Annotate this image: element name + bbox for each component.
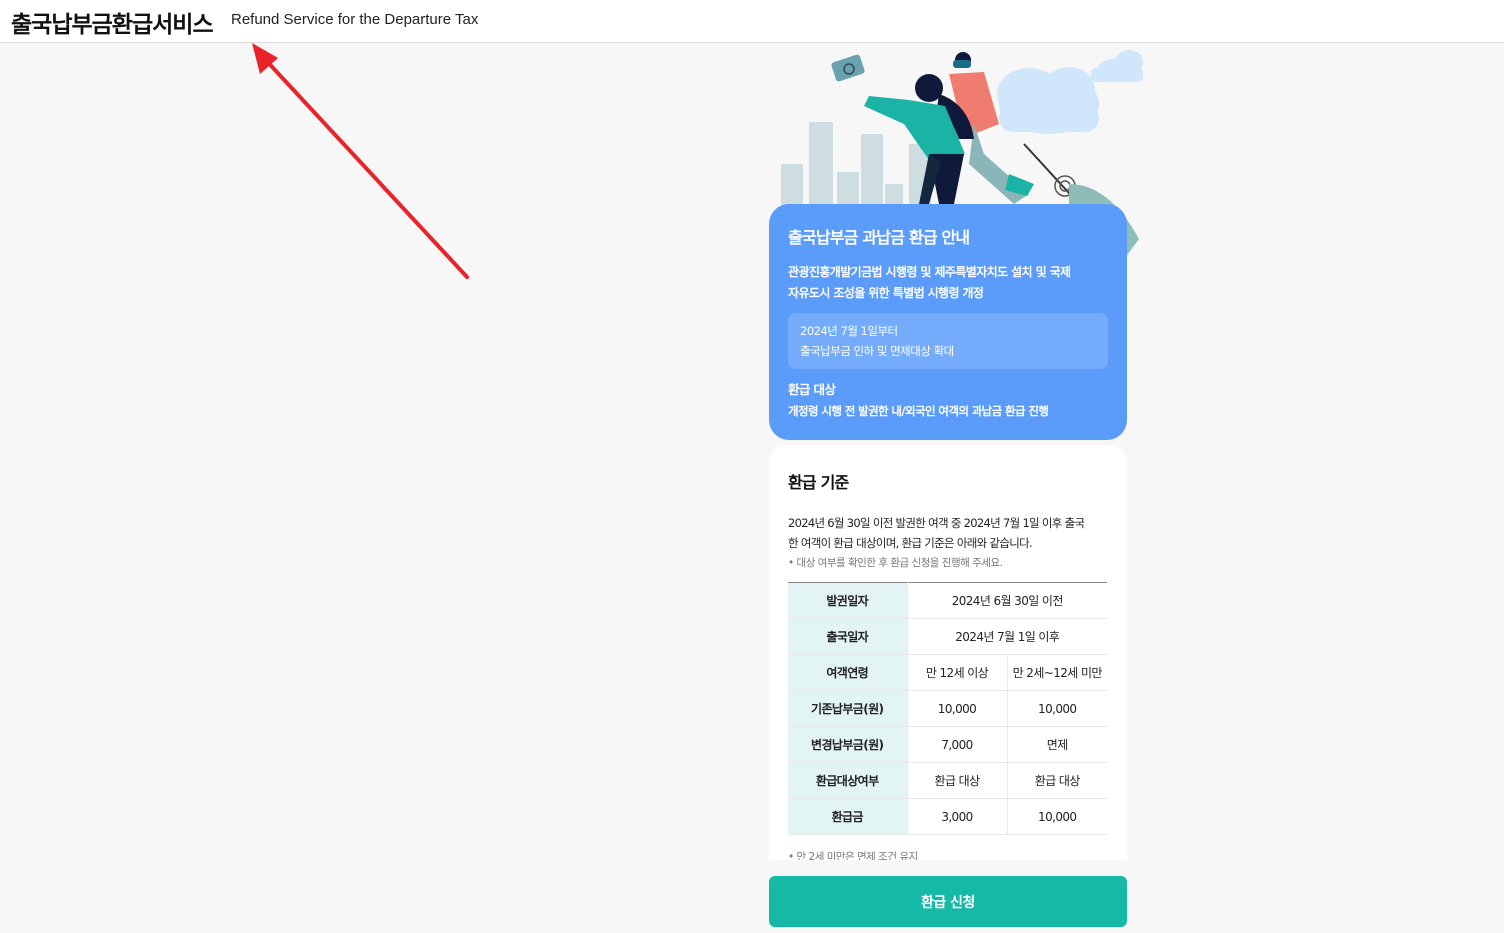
- row-label: 기존납부금(원): [788, 690, 907, 727]
- criteria-description-line: 2024년 6월 30일 이전 발권한 여객 중 2024년 7월 1일 이후 …: [788, 516, 1085, 530]
- row-label: 출국일자: [788, 618, 907, 655]
- row-label: 변경납부금(원): [788, 726, 907, 763]
- refund-criteria-card[interactable]: 환급 기준 2024년 6월 30일 이전 발권한 여객 중 2024년 7월 …: [769, 445, 1127, 860]
- criteria-description-line: 한 여객이 환급 대상이며, 환급 기준은 아래와 같습니다.: [788, 536, 1033, 550]
- row-value: 면제: [1006, 726, 1107, 763]
- row-value: 10,000: [906, 690, 1007, 727]
- info-description-line: 관광진흥개발기금법 시행령 및 제주특별자치도 설치 및 국제: [788, 265, 1071, 279]
- row-value: 7,000: [906, 726, 1007, 763]
- top-bar: 출국납부금환급서비스 Refund Service for the Depart…: [0, 0, 1504, 43]
- row-value: 만 2세~12세 미만: [1006, 654, 1107, 691]
- info-description: 관광진흥개발기금법 시행령 및 제주특별자치도 설치 및 국제 자유도시 조성을…: [788, 262, 1108, 304]
- row-label: 발권일자: [788, 582, 907, 619]
- refund-criteria-table: 발권일자 2024년 6월 30일 이전 출국일자 2024년 7월 1일 이후…: [788, 582, 1107, 835]
- row-value: 환급 대상: [1006, 762, 1107, 799]
- info-description-line: 자유도시 조성을 위한 특별법 시행령 개정: [788, 286, 984, 300]
- table-row: 발권일자 2024년 6월 30일 이전: [788, 582, 1107, 619]
- criteria-note: • 대상 여부를 확인한 후 환급 신청을 진행해 주세요.: [788, 557, 1003, 569]
- row-value: 2024년 7월 1일 이후: [906, 618, 1107, 655]
- row-label: 환급금: [788, 798, 907, 835]
- table-row: 기존납부금(원) 10,000 10,000: [788, 690, 1107, 727]
- highlight-line: 출국납부금 인하 및 면제대상 확대: [800, 344, 954, 358]
- row-label: 환급대상여부: [788, 762, 907, 799]
- criteria-title: 환급 기준: [788, 473, 849, 492]
- info-title: 출국납부금 과납금 환급 안내: [788, 228, 970, 247]
- table-row: 변경납부금(원) 7,000 면제: [788, 726, 1107, 763]
- service-title[interactable]: 출국납부금환급서비스: [11, 5, 214, 39]
- criteria-description: 2024년 6월 30일 이전 발권한 여객 중 2024년 7월 1일 이후 …: [788, 513, 1108, 553]
- row-value: 만 12세 이상: [906, 654, 1007, 691]
- row-label: 여객연령: [788, 654, 907, 691]
- refund-info-card: 출국납부금 과납금 환급 안내 관광진흥개발기금법 시행령 및 제주특별자치도 …: [769, 204, 1127, 440]
- row-value: 10,000: [1006, 798, 1107, 835]
- row-value: 2024년 6월 30일 이전: [906, 582, 1107, 619]
- row-value: 3,000: [906, 798, 1007, 835]
- row-value: 환급 대상: [906, 762, 1007, 799]
- table-row: 여객연령 만 12세 이상 만 2세~12세 미만: [788, 654, 1107, 691]
- table-row: 환급금 3,000 10,000: [788, 798, 1107, 835]
- service-subtitle: Refund Service for the Departure Tax: [231, 11, 479, 28]
- row-value: 10,000: [1006, 690, 1107, 727]
- criteria-footnote: • 만 2세 미만은 면제 조건 유지: [788, 851, 918, 860]
- table-row: 출국일자 2024년 7월 1일 이후: [788, 618, 1107, 655]
- info-highlight-box: 2024년 7월 1일부터 출국납부금 인하 및 면제대상 확대: [788, 313, 1108, 369]
- refund-target-label: 환급 대상: [788, 382, 836, 397]
- refund-target-text: 개정령 시행 전 발권한 내/외국인 여객의 과납금 환급 진행: [788, 404, 1049, 418]
- table-row: 환급대상여부 환급 대상 환급 대상: [788, 762, 1107, 799]
- highlight-line: 2024년 7월 1일부터: [800, 324, 898, 338]
- annotation-arrow: [252, 43, 469, 279]
- apply-refund-button[interactable]: 환급 신청: [769, 876, 1127, 927]
